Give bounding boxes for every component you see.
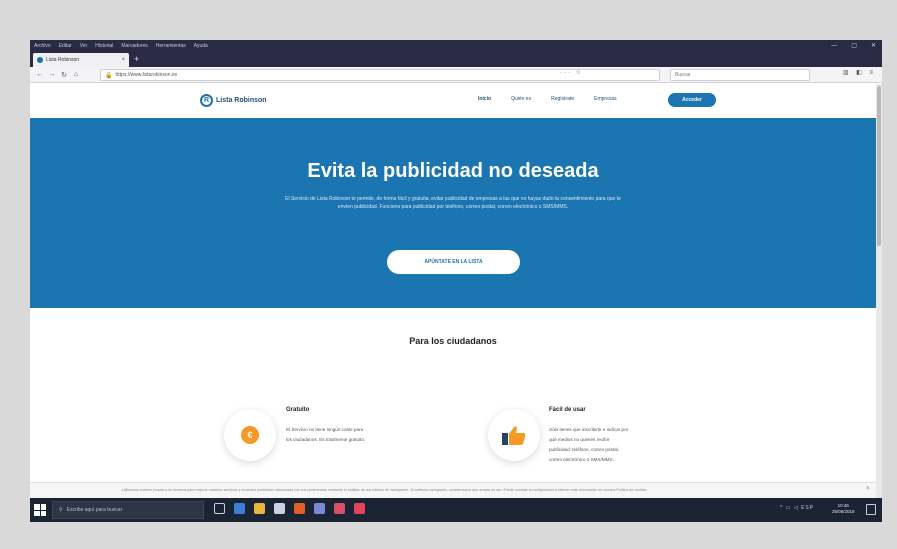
nav-inicio[interactable]: Inicio <box>478 96 491 102</box>
search-icon: ⚲ <box>59 507 63 513</box>
menu-ayuda[interactable]: Ayuda <box>194 43 208 49</box>
tab-lista-robinson[interactable]: Lista Robinson × <box>33 53 129 67</box>
menu-editar[interactable]: Editar <box>59 43 72 49</box>
paint-icon[interactable] <box>334 503 345 514</box>
url-text: https://www.listarobinson.es <box>115 72 178 78</box>
nav-empresas[interactable]: Empresas <box>594 96 617 102</box>
coin-icon: € <box>224 409 276 461</box>
brand-name: Lista Robinson <box>216 97 267 104</box>
citizens-section-title: Para los ciudadanos <box>409 336 497 346</box>
taskbar-search-placeholder: Escribe aquí para buscar <box>66 507 123 513</box>
taskbar-clock[interactable]: 10:45 25/06/2018 <box>832 503 855 515</box>
app2-icon[interactable] <box>354 503 365 514</box>
back-icon[interactable]: ← <box>34 71 46 78</box>
task-view-icon[interactable] <box>214 503 225 514</box>
menu-historial[interactable]: Historial <box>95 43 113 49</box>
feature-easy-text: Sólo tienes que inscribirte e indicar po… <box>549 427 629 462</box>
logo-icon: R <box>200 94 213 107</box>
feature-free-title: Gratuito <box>286 407 310 413</box>
forward-icon[interactable]: → <box>46 71 58 78</box>
feature-easy-title: Fácil de usar <box>549 407 586 413</box>
close-window-button[interactable]: ✕ <box>871 42 876 49</box>
system-tray-icon[interactable]: ^ ▭ ◁ ESP <box>780 505 814 511</box>
cookie-notice: Utilizamos cookies propias y de terceros… <box>30 482 876 498</box>
web-page: R Lista Robinson Inicio Quién es Regístr… <box>30 84 876 498</box>
scrollbar-thumb[interactable] <box>877 86 881 246</box>
file-explorer-icon[interactable] <box>254 503 265 514</box>
tab-title: Lista Robinson <box>46 57 80 63</box>
nav-registrate[interactable]: Regístrate <box>551 96 574 102</box>
browser-menubar: Archivo Editar Ver Historial Marcadores … <box>30 40 882 51</box>
favicon-icon <box>37 57 43 63</box>
reload-icon[interactable]: ↻ <box>58 71 70 79</box>
tab-strip: Lista Robinson × + <box>30 51 882 67</box>
browser-toolbar: ← → ↻ ⌂ 🔒 https://www.listarobinson.es ·… <box>30 67 882 83</box>
windows-taskbar: ⚲ Escribe aquí para buscar ^ ▭ ◁ ESP 10:… <box>30 498 882 522</box>
desktop-screen: Archivo Editar Ver Historial Marcadores … <box>30 40 882 522</box>
toolbar-menu-icon[interactable]: ▥ ◧ ≡ <box>843 69 876 76</box>
home-icon[interactable]: ⌂ <box>70 71 82 78</box>
search-bar[interactable] <box>670 69 810 81</box>
app-icon[interactable] <box>314 503 325 514</box>
hero-description: El Servicio de Lista Robinson te permite… <box>285 196 621 210</box>
menu-archivo[interactable]: Archivo <box>34 43 51 49</box>
firefox-icon[interactable] <box>294 503 305 514</box>
tab-close-icon[interactable]: × <box>121 57 125 63</box>
hero-banner: Evita la publicidad no deseada El Servic… <box>30 118 876 308</box>
feature-free-text: El Servicio no tiene ningún coste para l… <box>286 427 366 442</box>
thumbs-up-icon <box>488 409 540 461</box>
page-scrollbar[interactable] <box>876 84 882 498</box>
menu-herramientas[interactable]: Herramientas <box>156 43 186 49</box>
site-nav: Inicio Quién es Regístrate Empresas <box>478 96 617 102</box>
menu-marcadores[interactable]: Marcadores <box>121 43 147 49</box>
search-input[interactable] <box>675 72 809 78</box>
taskbar-search[interactable]: ⚲ Escribe aquí para buscar <box>52 501 204 519</box>
store-icon[interactable] <box>274 503 285 514</box>
access-button[interactable]: Acceder <box>668 93 716 107</box>
page-actions-icon[interactable]: ··· ☆ <box>560 69 583 76</box>
menu-ver[interactable]: Ver <box>80 43 88 49</box>
maximize-button[interactable]: ▢ <box>851 42 857 49</box>
edge-icon[interactable] <box>234 503 245 514</box>
site-header: R Lista Robinson Inicio Quién es Regístr… <box>30 84 876 118</box>
start-icon[interactable] <box>34 504 46 516</box>
signup-cta-button[interactable]: APÚNTATE EN LA LISTA <box>387 250 520 274</box>
new-tab-button[interactable]: + <box>134 54 139 64</box>
hero-title: Evita la publicidad no deseada <box>307 160 599 182</box>
window-controls: — ▢ ✕ <box>831 40 876 51</box>
taskbar-apps <box>214 503 365 514</box>
cookie-close-icon[interactable]: × <box>866 486 870 492</box>
nav-quien-es[interactable]: Quién es <box>511 96 531 102</box>
lock-icon: 🔒 <box>105 72 113 79</box>
site-logo[interactable]: R Lista Robinson <box>200 94 267 107</box>
cookie-text: Utilizamos cookies propias y de terceros… <box>122 488 648 492</box>
notifications-icon[interactable] <box>866 504 876 515</box>
minimize-button[interactable]: — <box>831 43 837 49</box>
